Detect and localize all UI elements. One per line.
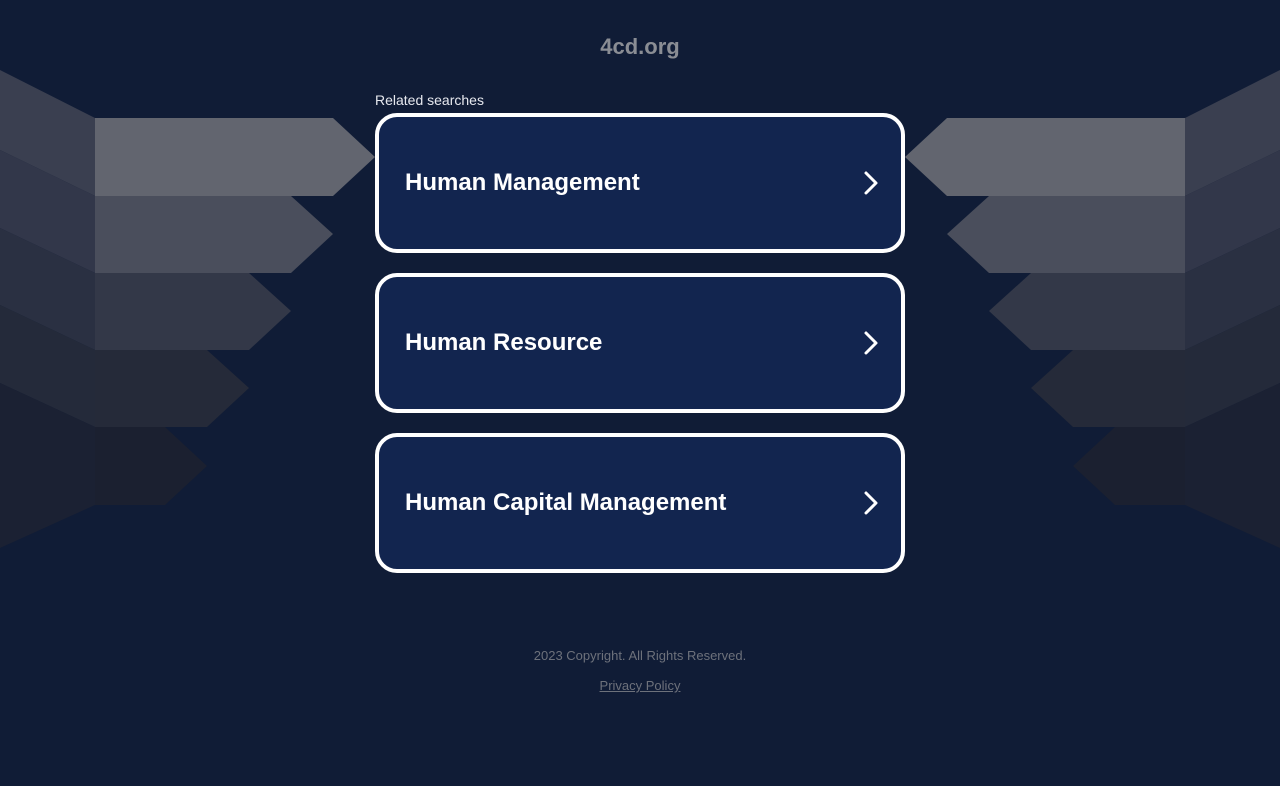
privacy-policy-container: Privacy Policy	[0, 677, 1280, 695]
related-searches-label: Related searches	[375, 92, 484, 108]
chevron-right-icon	[864, 331, 878, 355]
related-search-human-management[interactable]: Human Management	[375, 113, 905, 253]
site-domain-title: 4cd.org	[600, 34, 680, 59]
right-wing-decoration	[905, 70, 1280, 548]
copyright-text: 2023 Copyright. All Rights Reserved.	[533, 648, 747, 663]
privacy-policy-link[interactable]: Privacy Policy	[600, 678, 681, 693]
related-search-human-capital-management[interactable]: Human Capital Management	[375, 433, 905, 573]
parked-domain-page: 4cd.org Related searches Human Managemen…	[0, 0, 1280, 786]
chevron-right-icon	[864, 171, 878, 195]
related-searches-list: Human Management Human Resource Human Ca…	[375, 113, 905, 593]
related-search-label: Human Capital Management	[405, 489, 727, 516]
related-search-label: Human Management	[405, 169, 640, 196]
left-wing-decoration	[0, 70, 375, 548]
chevron-right-icon	[864, 491, 878, 515]
related-search-human-resource[interactable]: Human Resource	[375, 273, 905, 413]
related-search-label: Human Resource	[405, 329, 603, 356]
